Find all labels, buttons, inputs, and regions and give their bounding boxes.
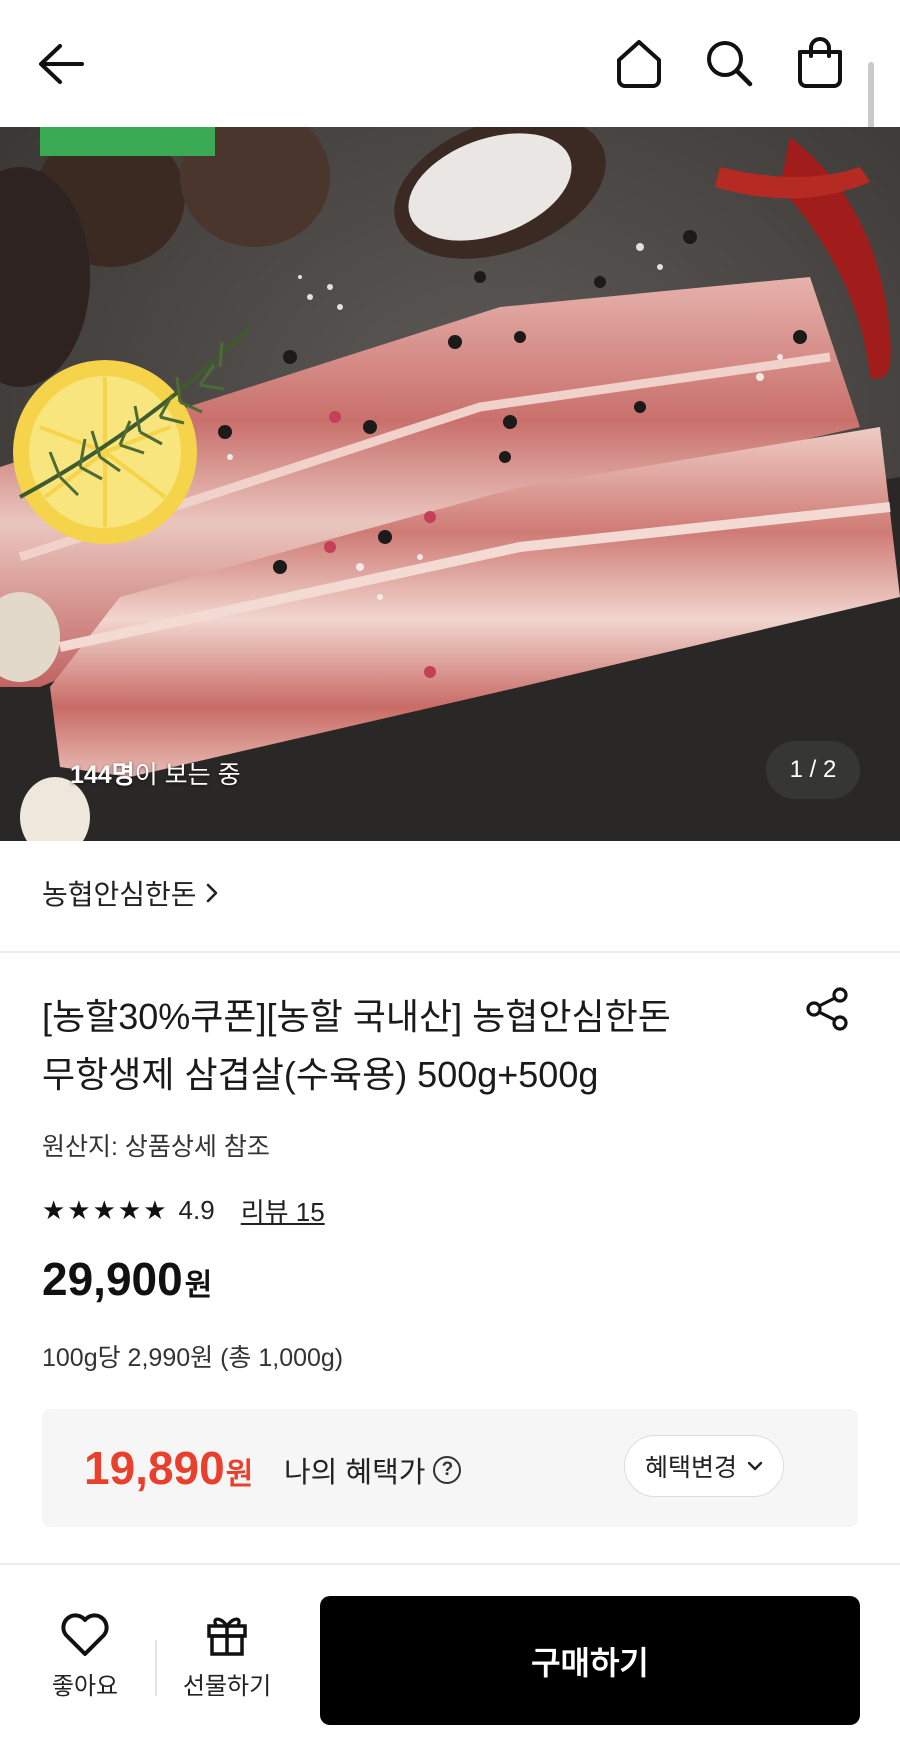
bottom-bar-divider xyxy=(0,1563,900,1565)
help-icon[interactable]: ? xyxy=(433,1456,462,1484)
product-photo xyxy=(0,127,900,841)
rating-score: 4.9 xyxy=(178,1195,215,1225)
image-pager: 1 / 2 xyxy=(766,741,860,799)
promo-badge xyxy=(40,127,215,156)
section-divider xyxy=(0,951,900,953)
live-viewers-label: 144명이 보는 중 xyxy=(70,761,241,789)
chevron-down-icon xyxy=(747,1461,763,1471)
benefit-label: 나의 혜택가 ? xyxy=(284,1449,462,1491)
review-link[interactable]: 리뷰 15 xyxy=(241,1192,325,1229)
brand-label: 농협안심한돈 xyxy=(42,879,197,910)
product-title-line2: 무항생제 삼겹살(수육용) 500g+500g xyxy=(42,1054,599,1095)
chevron-right-icon xyxy=(206,883,217,903)
original-price: 29,900원 xyxy=(42,1253,213,1305)
change-benefit-button[interactable]: 혜택변경 xyxy=(624,1435,784,1497)
rating-row: ★★★★★ 4.9 리뷰 15 xyxy=(42,1192,325,1229)
gift-icon xyxy=(207,1617,247,1656)
star-rating-icons: ★★★★★ xyxy=(42,1195,169,1225)
top-app-bar xyxy=(0,0,900,127)
brand-link[interactable]: 농협안심한돈 xyxy=(42,873,219,913)
product-title-line1: [농할30%쿠폰][농할 국내산] 농협안심한돈 xyxy=(42,996,671,1037)
origin-text: 원산지: 상품상세 참조 xyxy=(42,1133,270,1161)
heart-icon xyxy=(61,1613,109,1656)
bottom-separator xyxy=(155,1640,157,1696)
benefit-price: 19,890원 xyxy=(84,1442,254,1494)
unit-price: 100g당 2,990원 (총 1,000g) xyxy=(42,1344,344,1372)
product-title: [농할30%쿠폰][농할 국내산] 농협안심한돈 무항생제 삼겹살(수육용) 5… xyxy=(42,988,762,1104)
benefit-price-box: 19,890원 나의 혜택가 ? 혜택변경 xyxy=(42,1409,858,1527)
shopping-bag-icon[interactable] xyxy=(794,36,846,90)
search-icon[interactable] xyxy=(704,38,754,90)
gift-button[interactable]: 선물하기 xyxy=(172,1612,282,1701)
like-button[interactable]: 좋아요 xyxy=(40,1612,130,1701)
share-icon[interactable] xyxy=(805,986,851,1032)
home-icon[interactable] xyxy=(614,38,664,90)
back-arrow-icon[interactable] xyxy=(36,42,86,86)
product-image-carousel[interactable] xyxy=(0,127,900,841)
buy-button[interactable]: 구매하기 xyxy=(320,1596,860,1725)
